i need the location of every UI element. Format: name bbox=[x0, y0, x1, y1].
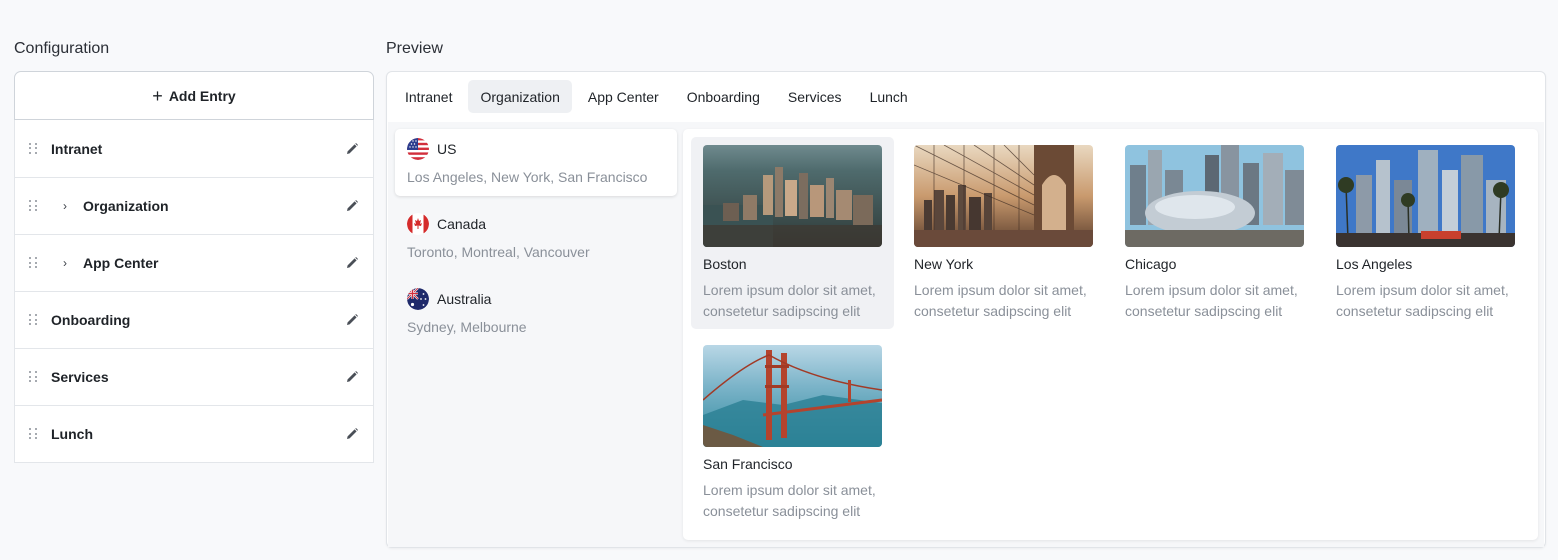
city-card-los-angeles[interactable]: Los Angeles Lorem ipsum dolor sit amet, … bbox=[1324, 137, 1527, 329]
city-card-description: Lorem ipsum dolor sit amet, consetetur s… bbox=[914, 282, 1087, 319]
country-list: US Los Angeles, New York, San Francisco … bbox=[395, 129, 677, 354]
tab-app-center[interactable]: App Center bbox=[576, 80, 671, 113]
country-cities: Toronto, Montreal, Vancouver bbox=[407, 244, 590, 260]
chevron-right-icon[interactable]: › bbox=[63, 199, 77, 213]
city-card-new-york[interactable]: New York Lorem ipsum dolor sit amet, con… bbox=[902, 137, 1105, 329]
tab-bar: Intranet Organization App Center Onboard… bbox=[393, 80, 920, 113]
pencil-icon[interactable] bbox=[345, 427, 359, 441]
country-name: US bbox=[437, 141, 457, 157]
add-entry-button[interactable]: + Add Entry bbox=[14, 71, 374, 120]
city-card-title: Boston bbox=[703, 256, 747, 272]
entry-organization[interactable]: › Organization bbox=[15, 177, 373, 234]
country-name: Australia bbox=[437, 291, 492, 307]
los-angeles-palms-image bbox=[1336, 145, 1515, 247]
preview-panel: Intranet Organization App Center Onboard… bbox=[386, 71, 1546, 548]
country-cities: Los Angeles, New York, San Francisco bbox=[407, 169, 648, 185]
city-card-description: Lorem ipsum dolor sit amet, consetetur s… bbox=[703, 482, 876, 519]
pencil-icon[interactable] bbox=[345, 199, 359, 213]
entry-label: Onboarding bbox=[51, 312, 131, 328]
city-card-chicago[interactable]: Chicago Lorem ipsum dolor sit amet, cons… bbox=[1113, 137, 1316, 329]
add-entry-label: Add Entry bbox=[168, 87, 236, 104]
entry-services[interactable]: Services bbox=[15, 348, 373, 405]
tab-services[interactable]: Services bbox=[776, 80, 854, 113]
entry-onboarding[interactable]: Onboarding bbox=[15, 291, 373, 348]
entry-list: Intranet › Organization › App Center Onb… bbox=[14, 120, 374, 463]
entry-app-center[interactable]: › App Center bbox=[15, 234, 373, 291]
city-card-description: Lorem ipsum dolor sit amet, consetetur s… bbox=[1125, 282, 1298, 319]
pencil-icon[interactable] bbox=[345, 313, 359, 327]
plus-icon: + bbox=[152, 85, 163, 106]
drag-handle-icon[interactable] bbox=[29, 428, 39, 440]
preview-title: Preview bbox=[386, 40, 443, 57]
golden-gate-bridge-image bbox=[703, 345, 882, 447]
city-card-title: San Francisco bbox=[703, 456, 793, 472]
city-card-title: Los Angeles bbox=[1336, 256, 1413, 272]
entry-label: Lunch bbox=[51, 426, 93, 442]
entry-intranet[interactable]: Intranet bbox=[15, 120, 373, 177]
entry-label: Intranet bbox=[51, 140, 103, 157]
tab-onboarding[interactable]: Onboarding bbox=[675, 80, 772, 113]
country-item-canada[interactable]: Canada Toronto, Montreal, Vancouver bbox=[395, 204, 677, 279]
boston-aerial-image bbox=[703, 145, 882, 247]
canada-flag-icon bbox=[407, 213, 429, 235]
australia-flag-icon bbox=[407, 288, 429, 310]
configuration-panel: + Add Entry Intranet › Organization › Ap… bbox=[14, 71, 374, 463]
tab-organization[interactable]: Organization bbox=[468, 80, 572, 113]
city-card-boston[interactable]: Boston Lorem ipsum dolor sit amet, conse… bbox=[691, 137, 894, 329]
entry-lunch[interactable]: Lunch bbox=[15, 405, 373, 462]
pencil-icon[interactable] bbox=[345, 256, 359, 270]
city-cards-panel: Boston Lorem ipsum dolor sit amet, conse… bbox=[683, 129, 1538, 540]
pencil-icon[interactable] bbox=[345, 370, 359, 384]
country-item-us[interactable]: US Los Angeles, New York, San Francisco bbox=[395, 129, 677, 196]
pencil-icon[interactable] bbox=[345, 142, 359, 156]
city-card-san-francisco[interactable]: San Francisco Lorem ipsum dolor sit amet… bbox=[691, 337, 894, 529]
tab-lunch[interactable]: Lunch bbox=[858, 80, 920, 113]
chevron-right-icon[interactable]: › bbox=[63, 256, 77, 270]
entry-label: Services bbox=[51, 369, 109, 385]
chicago-bean-image bbox=[1125, 145, 1304, 247]
tab-intranet[interactable]: Intranet bbox=[393, 80, 464, 113]
drag-handle-icon[interactable] bbox=[29, 257, 39, 269]
city-card-description: Lorem ipsum dolor sit amet, consetetur s… bbox=[1336, 282, 1509, 319]
entry-label: Organization bbox=[83, 198, 169, 214]
country-item-australia[interactable]: Australia Sydney, Melbourne bbox=[395, 279, 677, 354]
drag-handle-icon[interactable] bbox=[29, 314, 39, 326]
drag-handle-icon[interactable] bbox=[29, 200, 39, 212]
country-name: Canada bbox=[437, 216, 487, 232]
drag-handle-icon[interactable] bbox=[29, 371, 39, 383]
drag-handle-icon[interactable] bbox=[29, 142, 39, 155]
city-card-title: Chicago bbox=[1125, 256, 1177, 272]
country-cities: Sydney, Melbourne bbox=[407, 319, 527, 335]
configuration-title: Configuration bbox=[14, 40, 110, 57]
city-card-title: New York bbox=[914, 256, 974, 272]
city-card-description: Lorem ipsum dolor sit amet, consetetur s… bbox=[703, 282, 876, 319]
entry-label: App Center bbox=[83, 255, 159, 271]
us-flag-icon bbox=[407, 138, 429, 160]
brooklyn-bridge-image bbox=[914, 145, 1093, 247]
